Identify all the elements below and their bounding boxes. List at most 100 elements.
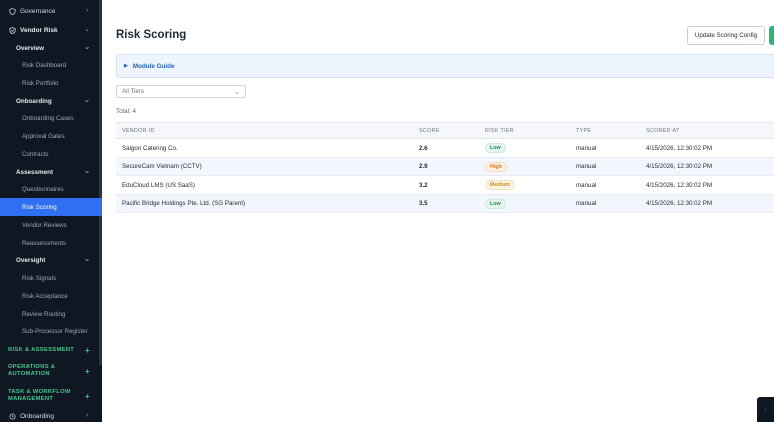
- column-header-vendor-id[interactable]: VENDOR ID: [122, 128, 155, 134]
- page-title: Risk Scoring: [116, 29, 187, 41]
- sidebar-item-label: Risk Scoring: [22, 203, 57, 211]
- clock-icon: [9, 412, 16, 420]
- sidebar-item-vendor-reviews[interactable]: Vendor Reviews: [0, 216, 99, 234]
- sidebar-item-label: Sub-Processor Register: [22, 327, 88, 335]
- sidebar-section-operations-automation[interactable]: OPERATIONS & AUTOMATION +: [0, 361, 99, 381]
- vendor-cell: Saigon Catering Co.: [122, 144, 178, 152]
- chevron-down-icon: ⌄: [84, 97, 90, 104]
- sidebar-item-label: Risk Portfolio: [22, 79, 59, 87]
- sidebar-group-label: Onboarding: [16, 97, 52, 105]
- risk-tier-badge: High: [485, 161, 507, 172]
- risk-scores-table: VENDOR ID SCORE RISK TIER TYPE SCORED AT…: [116, 122, 774, 213]
- ellipsis-icon: ·: [764, 406, 767, 413]
- table-row[interactable]: Saigon Catering Co. 2.6 Low manual 4/15/…: [116, 139, 774, 158]
- scored-at-cell: 4/15/2026, 12:30:02 PM: [646, 163, 713, 170]
- shield-check-icon: [9, 26, 16, 34]
- score-cell: 2.9: [419, 163, 428, 170]
- chevron-down-icon: ⌄: [84, 44, 90, 51]
- column-header-score[interactable]: SCORE: [419, 128, 440, 134]
- plus-icon: +: [85, 366, 90, 376]
- sidebar-item-label: Risk Acceptance: [22, 292, 68, 300]
- chevron-down-icon: ⌄: [84, 256, 90, 263]
- chevron-right-icon: ›: [85, 412, 89, 419]
- sidebar-group-onboarding[interactable]: Onboarding ⌄: [0, 92, 99, 110]
- score-cell: 2.6: [419, 144, 428, 152]
- caret-right-icon: ▶: [124, 63, 128, 69]
- chevron-down-icon: ⌄: [84, 168, 90, 175]
- sidebar-item-risk-signals[interactable]: Risk Signals: [0, 269, 99, 287]
- shield-icon: [9, 7, 16, 15]
- table-row[interactable]: Pacific Bridge Holdings Pte. Ltd. (SG Pa…: [116, 194, 774, 213]
- column-header-scored-at[interactable]: SCORED AT: [646, 128, 679, 134]
- vendor-cell: EduCloud LMS (US SaaS): [122, 181, 195, 189]
- sidebar-item-label: Onboarding Cases: [22, 114, 74, 122]
- sidebar-item-risk-acceptance[interactable]: Risk Acceptance: [0, 287, 99, 305]
- risk-tier-badge: Low: [485, 198, 506, 209]
- sidebar-item-label: Vendor Reviews: [22, 221, 67, 229]
- sidebar-item-risk-portfolio[interactable]: Risk Portfolio: [0, 74, 99, 92]
- sidebar: Governance › Vendor Risk ⌄ Overview ⌄ Ri…: [0, 0, 102, 422]
- sidebar-item-sub-processor-register[interactable]: Sub-Processor Register: [0, 322, 99, 340]
- primary-action-button[interactable]: [769, 26, 774, 45]
- sidebar-item-label: Risk Signals: [22, 274, 57, 282]
- chevron-down-icon: ⌄: [84, 26, 90, 33]
- type-cell: manual: [576, 181, 597, 189]
- sidebar-item-vendor-risk[interactable]: Vendor Risk ⌄: [0, 21, 99, 39]
- sidebar-section-risk-assessment[interactable]: RISK & ASSESSMENT +: [0, 341, 99, 359]
- table-header: VENDOR ID SCORE RISK TIER TYPE SCORED AT: [116, 122, 774, 139]
- vendor-cell: SecureCam Vietnam (CCTV): [122, 163, 202, 170]
- chevron-down-icon: ⌄: [234, 89, 240, 96]
- plus-icon: +: [85, 345, 90, 355]
- type-cell: manual: [576, 163, 597, 170]
- type-cell: manual: [576, 200, 597, 207]
- sidebar-group-overview[interactable]: Overview ⌄: [0, 39, 99, 57]
- update-scoring-config-button[interactable]: Update Scoring Config: [687, 26, 765, 45]
- sidebar-item-risk-dashboard[interactable]: Risk Dashboard: [0, 56, 99, 74]
- sidebar-item-label: Review Routing: [22, 310, 66, 318]
- sidebar-item-approval-gates[interactable]: Approval Gates: [0, 127, 99, 145]
- sidebar-item-label: Approval Gates: [22, 132, 65, 140]
- sidebar-item-label: Reassessments: [22, 239, 67, 247]
- table-row[interactable]: SecureCam Vietnam (CCTV) 2.9 High manual…: [116, 157, 774, 176]
- main-content: Risk Scoring Update Scoring Config ▶ Mod…: [102, 0, 774, 422]
- sidebar-item-governance[interactable]: Governance ›: [0, 2, 99, 20]
- sidebar-item-onboarding-cases[interactable]: Onboarding Cases: [0, 109, 99, 127]
- sidebar-item-reassessments[interactable]: Reassessments: [0, 234, 99, 252]
- type-cell: manual: [576, 144, 597, 152]
- sidebar-item-questionnaires[interactable]: Questionnaires: [0, 180, 99, 198]
- floating-help-widget[interactable]: ·: [757, 397, 774, 422]
- score-cell: 3.5: [419, 200, 428, 207]
- scored-at-cell: 4/15/2026, 12:30:02 PM: [646, 181, 713, 189]
- sidebar-group-label: Oversight: [16, 256, 46, 264]
- sidebar-item-onboarding-bottom[interactable]: Onboarding ›: [0, 407, 99, 422]
- sidebar-group-label: Overview: [16, 44, 45, 52]
- module-guide-toggle[interactable]: ▶ Module Guide: [116, 54, 774, 78]
- column-header-type[interactable]: TYPE: [576, 128, 591, 134]
- sidebar-item-contracts[interactable]: Contracts: [0, 145, 99, 163]
- sidebar-item-risk-scoring[interactable]: Risk Scoring: [0, 198, 102, 216]
- sidebar-group-assessment[interactable]: Assessment ⌄: [0, 163, 99, 181]
- sidebar-section-task-workflow[interactable]: TASK & WORKFLOW MANAGEMENT +: [0, 386, 99, 406]
- module-guide-label: Module Guide: [132, 62, 175, 70]
- sidebar-group-label: Assessment: [16, 168, 54, 176]
- sidebar-item-label: Onboarding: [20, 412, 54, 420]
- risk-tier-filter-select[interactable]: All Tiers ⌄: [116, 85, 246, 98]
- risk-tier-badge: Low: [485, 143, 506, 153]
- sidebar-section-label: RISK & ASSESSMENT: [8, 346, 75, 353]
- scored-at-cell: 4/15/2026, 12:30:02 PM: [646, 200, 713, 207]
- sidebar-item-label: Questionnaires: [22, 185, 64, 193]
- table-row[interactable]: EduCloud LMS (US SaaS) 3.2 Medium manual…: [116, 176, 774, 195]
- plus-icon: +: [85, 391, 90, 401]
- chevron-right-icon: ›: [85, 7, 89, 14]
- sidebar-item-label: Vendor Risk: [20, 26, 58, 34]
- sidebar-section-label: OPERATIONS & AUTOMATION: [8, 364, 56, 377]
- column-header-risk-tier[interactable]: RISK TIER: [485, 128, 514, 134]
- sidebar-item-label: Risk Dashboard: [22, 61, 67, 69]
- risk-tier-filter-value: All Tiers: [122, 88, 145, 95]
- score-cell: 3.2: [419, 181, 428, 189]
- sidebar-item-review-routing[interactable]: Review Routing: [0, 305, 99, 323]
- sidebar-section-label: TASK & WORKFLOW MANAGEMENT: [8, 389, 71, 402]
- sidebar-group-oversight[interactable]: Oversight ⌄: [0, 251, 99, 269]
- total-count: Total: 4: [116, 108, 136, 115]
- vendor-cell: Pacific Bridge Holdings Pte. Ltd. (SG Pa…: [122, 200, 246, 207]
